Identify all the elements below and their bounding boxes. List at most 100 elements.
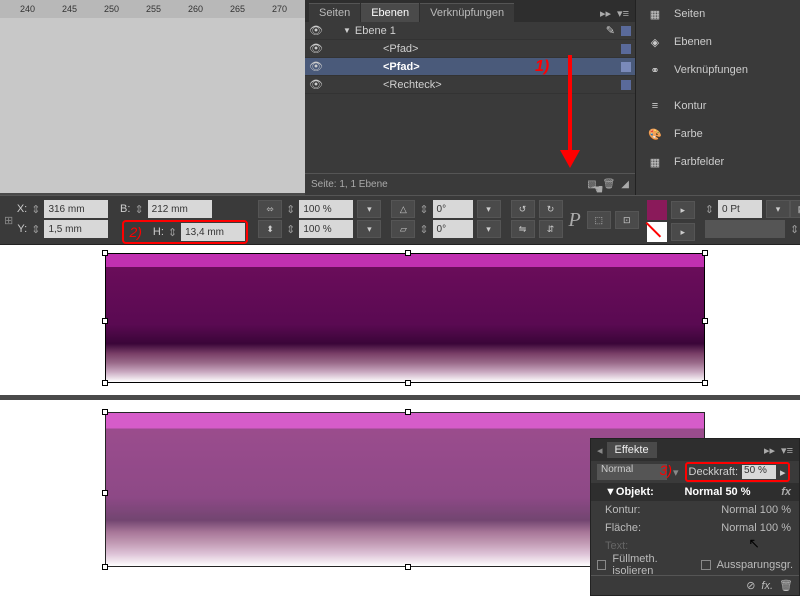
ruler-horizontal: 240 245 250 255 260 265 270	[0, 0, 305, 18]
x-arrows-icon[interactable]: ⇕	[31, 203, 40, 216]
layers-icon: ◈	[646, 35, 664, 49]
dock-links[interactable]: ⚭Verknüpfungen	[636, 56, 800, 84]
y-field[interactable]: 1,5 mm	[44, 220, 108, 238]
panel-dock: ▦Seiten ◈Ebenen ⚭Verknüpfungen ≡Kontur 🎨…	[635, 0, 800, 195]
panel-menu-icon[interactable]: ▾≡	[781, 444, 793, 457]
layer-item-selected[interactable]: 👁 <Pfad>	[305, 58, 635, 76]
layer-item[interactable]: 👁 <Pfad>	[305, 40, 635, 58]
h-field[interactable]: 13,4 mm	[181, 223, 245, 241]
tab-effects[interactable]: Effekte	[607, 442, 657, 458]
selection-chip[interactable]	[621, 44, 631, 54]
control-bar: ⊞ X:⇕316 mm Y:⇕1,5 mm B:⇕212 mm 2)H:⇕13,…	[0, 195, 800, 245]
shear-field[interactable]: 0°	[433, 220, 473, 238]
panel-menu-icon[interactable]: ▾≡	[617, 7, 629, 20]
trash-icon[interactable]: 🗑	[779, 579, 793, 592]
swatches-icon: ▦	[646, 155, 664, 169]
panel-tabs: Seiten Ebenen Verknüpfungen ▸▸ ▾≡	[305, 0, 635, 22]
effects-icon[interactable]: ▦	[790, 200, 800, 218]
opacity-field[interactable]: 50 %	[742, 465, 776, 479]
selection-chip[interactable]	[621, 62, 631, 72]
visibility-icon[interactable]: 👁	[309, 60, 323, 74]
y-arrows-icon[interactable]: ⇕	[31, 223, 40, 236]
layer-root-row[interactable]: 👁 ▼ Ebene 1 ✎	[305, 22, 635, 40]
effects-row-fill[interactable]: Fläche:Normal 100 %	[591, 519, 799, 537]
visibility-icon[interactable]: 👁	[309, 24, 323, 38]
fill-dropdown-icon[interactable]: ▸	[671, 201, 695, 219]
panel-footer: Seite: 1, 1 Ebene ▧☚ 🗑 ◢	[305, 173, 635, 195]
annotation-2: 2)	[129, 224, 141, 240]
select-container-icon[interactable]: ⬚	[587, 211, 611, 229]
document-canvas-empty[interactable]	[0, 18, 305, 193]
rotate-field[interactable]: 0°	[433, 200, 473, 218]
scale-x-field[interactable]: 100 %	[299, 200, 353, 218]
annotation-3-box: Deckkraft: 50 % ▸	[685, 462, 790, 482]
opacity-slider-icon[interactable]: ▸	[780, 466, 786, 479]
scale-y-icon[interactable]: ⬍	[258, 220, 282, 238]
dropdown-icon[interactable]: ▾	[357, 200, 381, 218]
collapse-icon[interactable]: ▸▸	[600, 7, 611, 20]
cursor-icon: ↖	[748, 535, 760, 552]
x-field[interactable]: 316 mm	[44, 200, 108, 218]
dock-layers[interactable]: ◈Ebenen	[636, 28, 800, 56]
layer-color-chip[interactable]	[621, 26, 631, 36]
blend-mode-dropdown[interactable]: Normal	[597, 464, 667, 480]
w-field[interactable]: 212 mm	[148, 200, 212, 218]
pencil-icon[interactable]: ✎	[606, 24, 615, 37]
dropdown-icon[interactable]: ▾	[357, 220, 381, 238]
annotation-arrow	[560, 55, 580, 165]
knockout-checkbox[interactable]	[701, 560, 710, 570]
flip-h-icon[interactable]: ⇋	[511, 220, 535, 238]
dropdown-icon[interactable]: ▾	[477, 200, 501, 218]
rotate-icon[interactable]: △	[391, 200, 415, 218]
paragraph-style-icon[interactable]: P	[569, 209, 581, 232]
collapse-icon[interactable]: ▸▸	[764, 444, 775, 457]
tab-links[interactable]: Verknüpfungen	[420, 3, 514, 22]
tab-layers[interactable]: Ebenen	[361, 3, 419, 22]
shear-icon[interactable]: ▱	[391, 220, 415, 238]
rotate-ccw-icon[interactable]: ↺	[511, 200, 535, 218]
layers-panel: Seiten Ebenen Verknüpfungen ▸▸ ▾≡ 👁 ▼ Eb…	[305, 0, 635, 195]
effects-row-object[interactable]: ▼ Objekt:Normal 50 %fx	[591, 483, 799, 501]
page-status-label: Seite: 1, 1 Ebene	[311, 179, 388, 190]
tab-pages[interactable]: Seiten	[309, 3, 360, 22]
links-icon: ⚭	[646, 63, 664, 77]
reference-point-icon[interactable]: ⊞	[4, 200, 13, 240]
rotate-cw-icon[interactable]: ↻	[539, 200, 563, 218]
annotation-1: 1)	[535, 58, 549, 76]
opacity-label: Deckkraft:	[689, 466, 739, 478]
flip-v-icon[interactable]: ⇵	[539, 220, 563, 238]
selected-artwork[interactable]	[105, 253, 705, 383]
dock-color[interactable]: 🎨Farbe	[636, 120, 800, 148]
select-content-icon[interactable]: ⊡	[615, 211, 639, 229]
scale-y-field[interactable]: 100 %	[299, 220, 353, 238]
dock-stroke[interactable]: ≡Kontur	[636, 92, 800, 120]
new-sublayer-button[interactable]: ▧☚	[587, 179, 596, 190]
knockout-label: Aussparungsgr.	[717, 559, 793, 571]
isolate-checkbox[interactable]	[597, 560, 606, 570]
dock-pages[interactable]: ▦Seiten	[636, 0, 800, 28]
stroke-weight-field[interactable]: 0 Pt	[718, 200, 762, 218]
trash-icon[interactable]: 🗑	[603, 179, 616, 190]
layer-item[interactable]: 👁 <Rechteck>	[305, 76, 635, 94]
document-view-top[interactable]	[0, 245, 800, 395]
dock-swatches[interactable]: ▦Farbfelder	[636, 148, 800, 176]
isolate-label: Füllmeth. isolieren	[612, 553, 695, 577]
stroke-swatch[interactable]	[647, 222, 667, 242]
selection-chip[interactable]	[621, 80, 631, 90]
clear-effects-icon[interactable]: ⊘	[746, 579, 755, 592]
color-icon: 🎨	[646, 127, 664, 141]
fill-swatch[interactable]	[647, 200, 667, 220]
fx-button[interactable]: fx.	[761, 580, 773, 592]
scale-x-icon[interactable]: ⬄	[258, 200, 282, 218]
panel-resize-icon[interactable]: ◢	[621, 179, 629, 190]
annotation-3: 3)	[660, 462, 672, 478]
stroke-style-dropdown[interactable]	[705, 220, 785, 238]
effects-panel: ◂ Effekte ▸▸ ▾≡ Normal ▾ Deckkraft: 50 %…	[590, 438, 800, 596]
effects-row-stroke[interactable]: Kontur:Normal 100 %	[591, 501, 799, 519]
dropdown-icon[interactable]: ▾	[766, 200, 790, 218]
visibility-icon[interactable]: 👁	[309, 78, 323, 92]
stroke-dropdown-icon[interactable]: ▸	[671, 223, 695, 241]
visibility-icon[interactable]: 👁	[309, 42, 323, 56]
pages-icon: ▦	[646, 7, 664, 21]
dropdown-icon[interactable]: ▾	[477, 220, 501, 238]
